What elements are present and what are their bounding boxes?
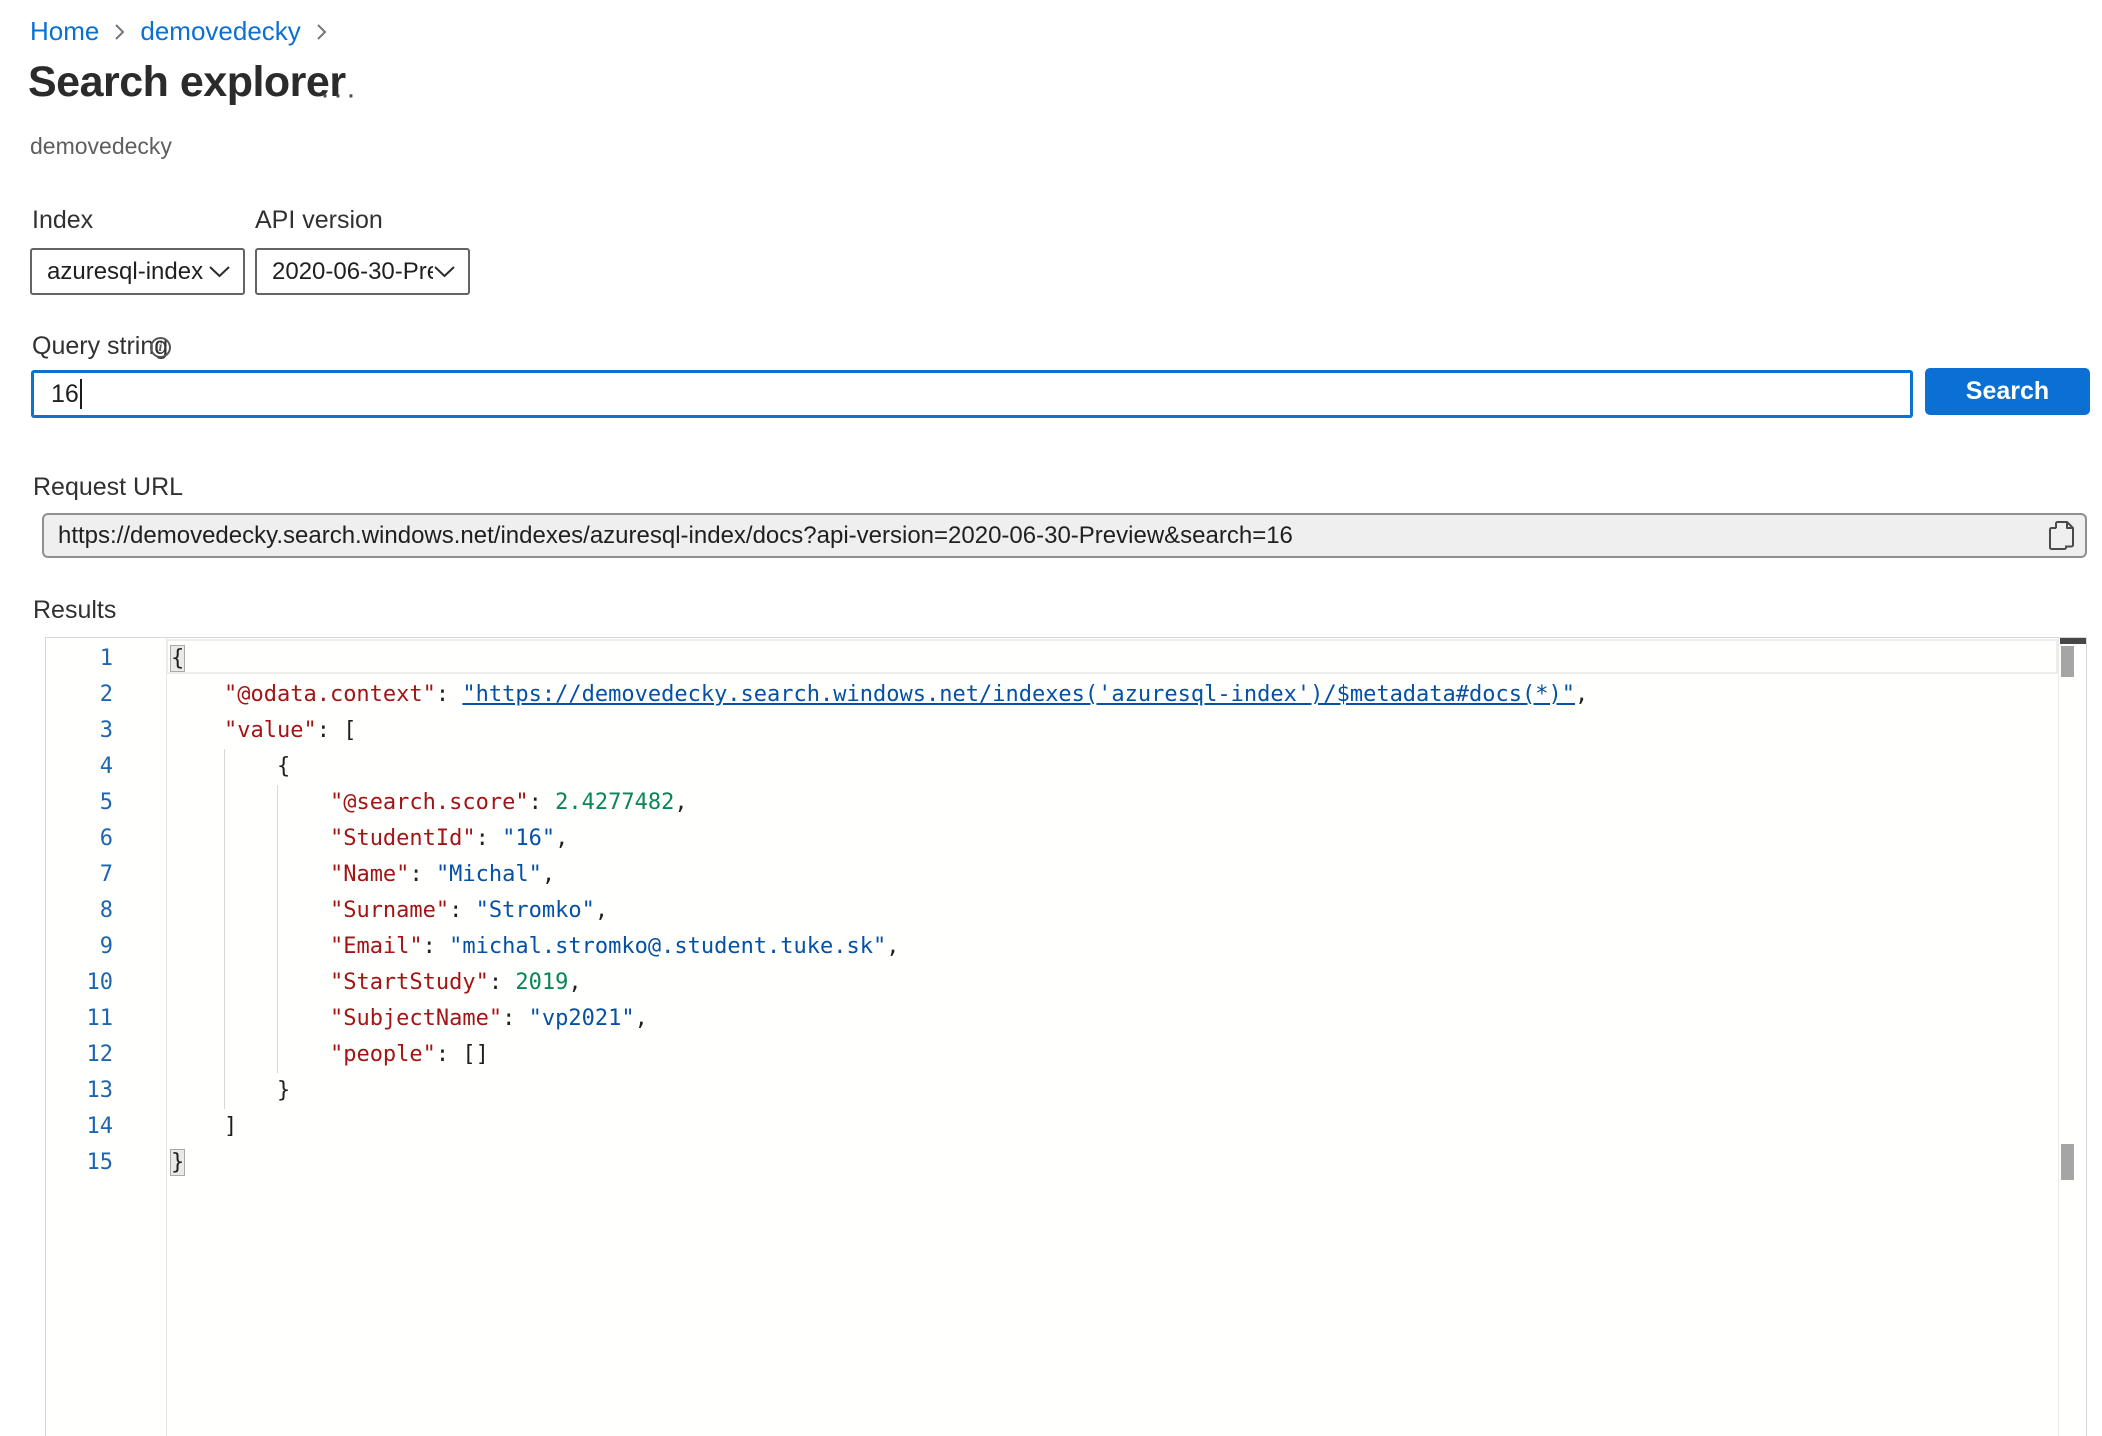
code-line: ] (171, 1109, 237, 1145)
gutter-divider (166, 638, 167, 1436)
line-number: 11 (46, 1001, 113, 1037)
search-explorer-blade: Home demovedecky Search explorer ··· dem… (0, 0, 2102, 1436)
code-line: "StartStudy": 2019, (171, 965, 582, 1001)
request-url-label: Request URL (33, 473, 183, 502)
copy-icon[interactable] (2048, 520, 2075, 552)
line-number: 7 (46, 857, 113, 893)
page-subtitle: demovedecky (30, 133, 172, 160)
code-line: "SubjectName": "vp2021", (171, 1001, 648, 1037)
api-version-dropdown[interactable]: 2020-06-30-Pre... (255, 248, 470, 295)
code-line: "StudentId": "16", (171, 821, 568, 857)
code-line: { (171, 749, 290, 785)
chevron-down-icon (208, 265, 231, 278)
line-number: 5 (46, 785, 113, 821)
breadcrumb: Home demovedecky (30, 16, 328, 47)
line-number: 2 (46, 677, 113, 713)
breadcrumb-link-demovedecky[interactable]: demovedecky (140, 16, 300, 47)
results-json-editor[interactable]: 123456789101112131415 { "@odata.context"… (45, 637, 2087, 1436)
text-caret (80, 379, 82, 409)
line-number: 15 (46, 1145, 113, 1181)
query-string-value: 16 (51, 380, 79, 409)
code-line: "Name": "Michal", (171, 857, 555, 893)
line-number: 6 (46, 821, 113, 857)
api-version-label: API version (255, 206, 383, 235)
code-line: "people": [] (171, 1037, 489, 1073)
code-line: } (171, 1145, 184, 1181)
query-string-label: Query string (32, 332, 168, 361)
line-number: 12 (46, 1037, 113, 1073)
line-number: 4 (46, 749, 113, 785)
index-label: Index (32, 206, 93, 235)
query-string-input[interactable]: 16 (31, 370, 1913, 418)
info-icon[interactable]: i (150, 337, 171, 358)
line-number: 3 (46, 713, 113, 749)
scrollbar-thumb[interactable] (2061, 646, 2074, 677)
code-line: "@search.score": 2.4277482, (171, 785, 688, 821)
code-line: } (171, 1073, 290, 1109)
results-label: Results (33, 596, 116, 625)
overview-ruler-cursor-mark (2060, 638, 2087, 644)
line-number: 14 (46, 1109, 113, 1145)
request-url-field[interactable]: https://demovedecky.search.windows.net/i… (42, 513, 2087, 558)
line-number: 1 (46, 641, 113, 677)
chevron-down-icon (433, 265, 456, 278)
index-dropdown-value: azuresql-index (32, 258, 208, 286)
index-dropdown[interactable]: azuresql-index (30, 248, 245, 295)
line-number: 9 (46, 929, 113, 965)
more-options-button[interactable]: ··· (320, 80, 359, 110)
code-line: { (171, 641, 184, 677)
chevron-right-icon (113, 22, 126, 42)
scrollbar-track (2058, 638, 2059, 1436)
search-button[interactable]: Search (1925, 368, 2090, 415)
line-number: 13 (46, 1073, 113, 1109)
code-line: "Surname": "Stromko", (171, 893, 608, 929)
api-version-dropdown-value: 2020-06-30-Pre... (257, 258, 433, 286)
line-number: 8 (46, 893, 113, 929)
request-url-value: https://demovedecky.search.windows.net/i… (44, 522, 2048, 550)
line-number: 10 (46, 965, 113, 1001)
breadcrumb-link-home[interactable]: Home (30, 16, 99, 47)
current-line-highlight (166, 639, 2058, 674)
code-line: "Email": "michal.stromko@.student.tuke.s… (171, 929, 900, 965)
page-title: Search explorer (28, 58, 346, 107)
chevron-right-icon (315, 22, 328, 42)
code-line: "value": [ (171, 713, 356, 749)
code-line: "@odata.context": "https://demovedecky.s… (171, 677, 1588, 713)
scrollbar-thumb[interactable] (2061, 1144, 2074, 1180)
